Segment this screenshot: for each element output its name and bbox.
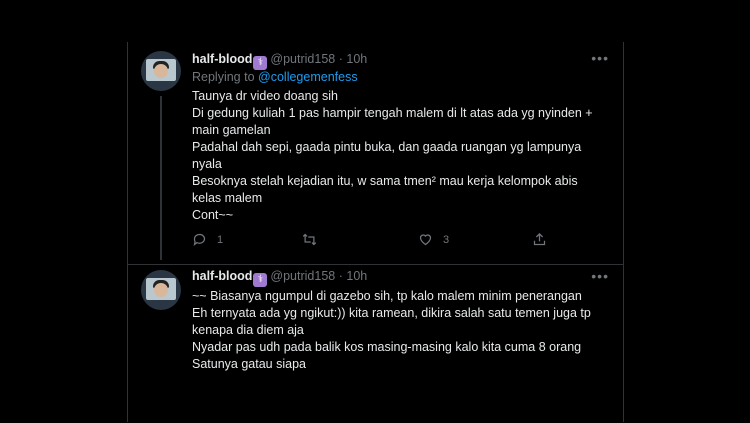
timeline-column: half-blood ⚕ @putrid158 · 10h ••• Replying…	[127, 42, 624, 422]
timestamp[interactable]: 10h	[346, 269, 367, 283]
replying-to: Replying to @collegemenfess	[192, 70, 358, 84]
more-icon[interactable]: •••	[591, 269, 609, 283]
tweet-header: half-blood ⚕ @putrid158 · 10h	[192, 51, 367, 70]
tweet-text: ~~ Biasanya ngumpul di gazebo sih, tp ka…	[192, 289, 591, 371]
reply-button[interactable]: 1	[192, 232, 223, 247]
user-handle[interactable]: @putrid158	[270, 52, 335, 66]
retweet-icon	[302, 233, 317, 246]
reply-count: 1	[217, 233, 224, 246]
like-icon	[419, 234, 432, 246]
verified-badge-icon: ⚕	[253, 273, 268, 287]
separator: ·	[338, 52, 343, 66]
like-button[interactable]: 3	[418, 232, 449, 247]
replying-to-label: Replying to	[192, 70, 255, 84]
share-button[interactable]	[532, 232, 547, 247]
avatar-face	[154, 283, 168, 297]
tweet-text: Taunya dr video doang sih Di gedung kuli…	[192, 89, 593, 222]
replying-to-link[interactable]: @collegemenfess	[258, 70, 358, 84]
thread-line	[160, 96, 162, 260]
like-count: 3	[443, 233, 450, 246]
avatar[interactable]	[141, 270, 181, 310]
tweet-1[interactable]: half-blood ⚕ @putrid158 · 10h ••• Replying…	[128, 42, 623, 265]
avatar-face	[154, 64, 168, 78]
avatar[interactable]	[141, 51, 181, 91]
reply-icon	[193, 233, 206, 247]
share-icon	[533, 232, 546, 246]
more-icon[interactable]: •••	[591, 51, 609, 65]
tweet-actions: 1 3	[192, 232, 552, 250]
user-handle[interactable]: @putrid158	[270, 269, 335, 283]
tweet-2[interactable]: half-blood ⚕ @putrid158 · 10h ••• ~~ Biasa…	[128, 265, 623, 423]
timestamp[interactable]: 10h	[346, 52, 367, 66]
display-name[interactable]: half-blood	[192, 52, 252, 66]
retweet-button[interactable]	[302, 232, 327, 247]
display-name[interactable]: half-blood	[192, 269, 252, 283]
separator: ·	[338, 269, 343, 283]
tweet-header: half-blood ⚕ @putrid158 · 10h	[192, 268, 367, 287]
verified-badge-icon: ⚕	[253, 56, 268, 70]
